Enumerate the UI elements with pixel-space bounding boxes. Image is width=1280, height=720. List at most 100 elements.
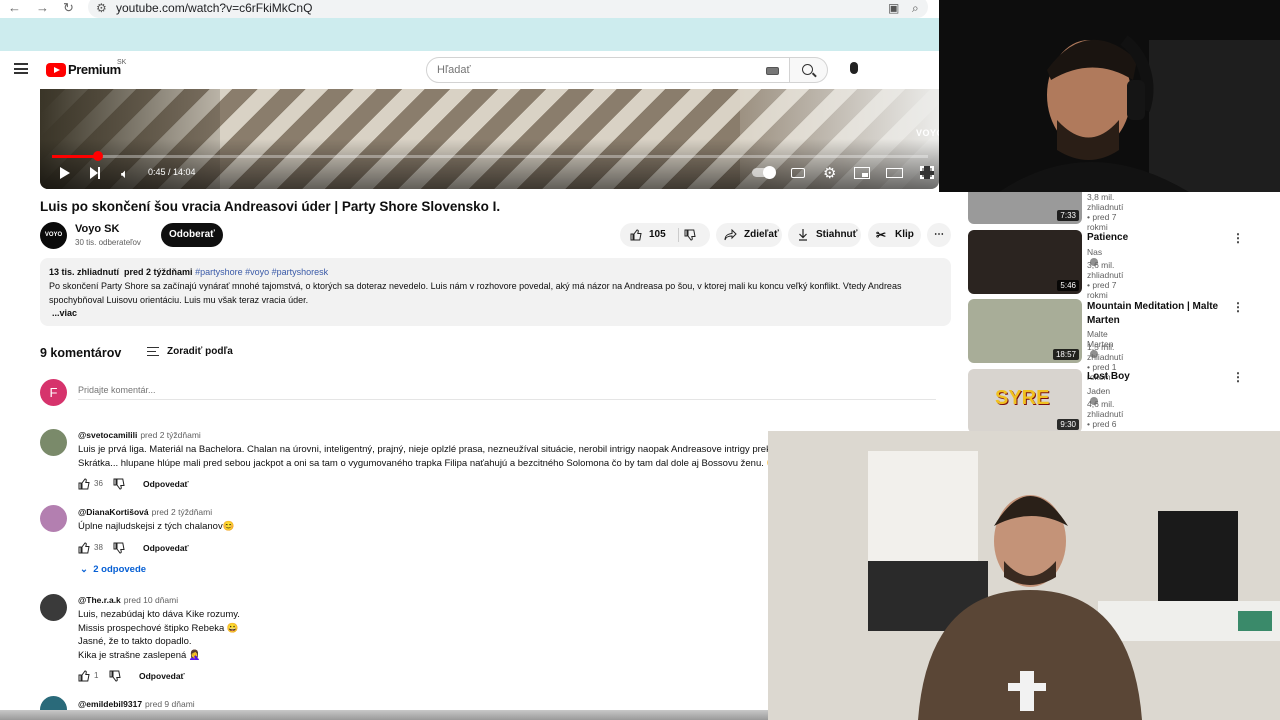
sort-button[interactable]: Zoradiť podľa bbox=[167, 346, 233, 357]
share-button[interactable]: Zdieľať bbox=[716, 223, 782, 247]
sort-icon[interactable] bbox=[147, 347, 159, 356]
mic-icon[interactable] bbox=[850, 62, 858, 74]
more-vert-icon[interactable]: ⋮ bbox=[1232, 300, 1244, 314]
subscriber-count: 30 tis. odberateľov bbox=[75, 238, 141, 247]
reload-icon[interactable]: ↻ bbox=[63, 0, 74, 16]
comment-time[interactable]: pred 9 dňami bbox=[145, 699, 195, 709]
comment-dislike-icon[interactable] bbox=[109, 670, 121, 682]
show-replies-button[interactable]: ⌄ 2 odpovede bbox=[80, 564, 146, 575]
controls-gradient bbox=[40, 139, 939, 189]
like-dislike-group: 105 bbox=[620, 223, 710, 247]
comment-author[interactable]: @The.r.a.k bbox=[78, 595, 121, 605]
comment-text: Úplne najludskejsi z tých chalanov😊 bbox=[78, 521, 235, 532]
forward-arrow-icon[interactable]: → bbox=[36, 0, 49, 16]
thumbs-down-icon[interactable] bbox=[684, 229, 696, 241]
comment-author-line: @DianaKortišová pred 2 týždňami bbox=[78, 507, 212, 517]
download-icon bbox=[799, 229, 807, 241]
subscribe-button[interactable]: Odoberať bbox=[161, 223, 223, 247]
comment-author[interactable]: @svetocamilili bbox=[78, 430, 137, 440]
reply-button[interactable]: Odpovedať bbox=[139, 671, 185, 681]
premium-label[interactable]: Premium bbox=[68, 62, 121, 77]
comment-like-icon[interactable] bbox=[78, 542, 90, 554]
more-vert-icon[interactable]: ⋮ bbox=[1232, 231, 1244, 245]
video-duration: 18:57 bbox=[1052, 349, 1079, 360]
recommendation-title[interactable]: Mountain Meditation | Malte Marten bbox=[1087, 300, 1227, 327]
browser-toolbar: ← → ↻ ⚙ youtube.com/watch?v=c6rFkiMkCnQ … bbox=[0, 0, 940, 18]
settings-gear-icon[interactable]: ⚙ bbox=[823, 164, 836, 182]
upload-date: pred 2 týždňami bbox=[124, 267, 193, 277]
region-label: SK bbox=[117, 59, 127, 66]
reply-button[interactable]: Odpovedať bbox=[143, 543, 189, 553]
comment-like-count: 36 bbox=[94, 479, 103, 488]
reply-button[interactable]: Odpovedať bbox=[143, 479, 189, 489]
recommendation-title[interactable]: Lost Boy bbox=[1087, 370, 1227, 384]
volume-icon[interactable]: 🔈︎ bbox=[121, 166, 129, 182]
back-arrow-icon[interactable]: ← bbox=[8, 0, 21, 16]
more-vert-icon[interactable]: ⋮ bbox=[1232, 370, 1244, 384]
view-count: 13 tis. zhliadnutí bbox=[49, 267, 120, 277]
play-icon[interactable] bbox=[60, 167, 70, 179]
video-player[interactable]: VOYO 🔈︎ 0:45 / 14:04 ⚙ bbox=[40, 89, 939, 189]
menu-icon[interactable] bbox=[14, 63, 28, 74]
more-actions-button[interactable]: ⋯ bbox=[927, 223, 951, 247]
clip-button[interactable]: ✂ Klip bbox=[868, 223, 921, 247]
progress-fill bbox=[52, 155, 99, 158]
comment-dislike-icon[interactable] bbox=[113, 478, 125, 490]
add-comment-input[interactable] bbox=[78, 380, 936, 400]
user-avatar[interactable]: F bbox=[40, 379, 67, 406]
like-count[interactable]: 105 bbox=[649, 223, 666, 247]
recommendation-meta: 3,8 mil. zhliadnutí • pred 7 rokmi bbox=[1087, 192, 1124, 232]
fullscreen-icon[interactable] bbox=[920, 166, 934, 179]
keyboard-icon[interactable] bbox=[766, 67, 779, 75]
youtube-logo-icon[interactable] bbox=[46, 63, 66, 77]
share-arrow-icon bbox=[724, 229, 737, 241]
zoom-icon[interactable]: ⌕ bbox=[912, 1, 919, 16]
recommendation-title[interactable]: Patience bbox=[1087, 231, 1227, 245]
recommendation-thumbnail[interactable]: 18:57 bbox=[968, 299, 1082, 363]
search-button[interactable] bbox=[790, 57, 828, 83]
search-placeholder: Hľadať bbox=[437, 64, 471, 76]
comment-time[interactable]: pred 2 týždňami bbox=[152, 507, 212, 517]
channel-name[interactable]: Voyo SK bbox=[75, 223, 119, 235]
channel-avatar[interactable]: VOYO bbox=[40, 222, 67, 249]
show-more-link[interactable]: ...viac bbox=[52, 308, 77, 318]
thumbnail-text: SYRE bbox=[995, 387, 1050, 409]
thumbs-up-icon[interactable] bbox=[630, 229, 642, 241]
comment-like-icon[interactable] bbox=[78, 478, 90, 490]
comment-like-count: 38 bbox=[94, 543, 103, 552]
search-input[interactable]: Hľadať bbox=[426, 57, 790, 83]
description-box[interactable]: 13 tis. zhliadnutí pred 2 týždňami #part… bbox=[40, 258, 951, 326]
miniplayer-icon[interactable] bbox=[854, 167, 870, 179]
subtitles-icon[interactable] bbox=[791, 168, 805, 178]
recommendation-meta: 3,6 mil. zhliadnutí • pred 7 rokmi bbox=[1087, 260, 1124, 300]
youtube-header: Premium SK Hľadať bbox=[0, 51, 940, 89]
comment-time[interactable]: pred 2 týždňami bbox=[140, 430, 200, 440]
replies-label: 2 odpovede bbox=[93, 564, 147, 575]
comment-dislike-icon[interactable] bbox=[113, 542, 125, 554]
comment-like-icon[interactable] bbox=[78, 670, 90, 682]
time-display: 0:45 / 14:04 bbox=[148, 167, 196, 177]
webcam-overlay-bottom bbox=[768, 431, 1280, 720]
progress-bar[interactable] bbox=[52, 151, 928, 161]
autoplay-toggle[interactable] bbox=[752, 166, 776, 179]
comment-time[interactable]: pred 10 dňami bbox=[124, 595, 178, 605]
channel-name: Nas bbox=[1087, 247, 1103, 257]
comment-avatar[interactable] bbox=[40, 594, 67, 621]
recommendation-thumbnail[interactable]: 5:46 bbox=[968, 230, 1082, 294]
webcam-person-top bbox=[939, 0, 1280, 192]
comment-text: Luis, nezabúdaj kto dáva Kike rozumy. Mi… bbox=[78, 609, 240, 661]
comment-avatar[interactable] bbox=[40, 505, 67, 532]
hashtags[interactable]: #partyshore #voyo #partyshoresk bbox=[195, 267, 328, 277]
next-icon[interactable] bbox=[90, 167, 100, 179]
download-button[interactable]: Stiahnuť bbox=[788, 223, 861, 247]
comment-avatar[interactable] bbox=[40, 429, 67, 456]
comment-author[interactable]: @DianaKortišová bbox=[78, 507, 149, 517]
comment-author-line: @svetocamilili pred 2 týždňami bbox=[78, 430, 201, 440]
site-settings-icon[interactable]: ⚙ bbox=[96, 1, 107, 15]
description-text: Po skončení Party Shore sa začínajú vyná… bbox=[49, 281, 902, 305]
theater-mode-icon[interactable] bbox=[886, 168, 903, 178]
comment-author[interactable]: @emildebil9317 bbox=[78, 699, 142, 709]
recommendation-thumbnail[interactable]: SYRE 9:30 bbox=[968, 369, 1082, 433]
comments-count: 9 komentárov bbox=[40, 346, 122, 360]
cast-icon[interactable]: ▣ bbox=[888, 1, 899, 15]
